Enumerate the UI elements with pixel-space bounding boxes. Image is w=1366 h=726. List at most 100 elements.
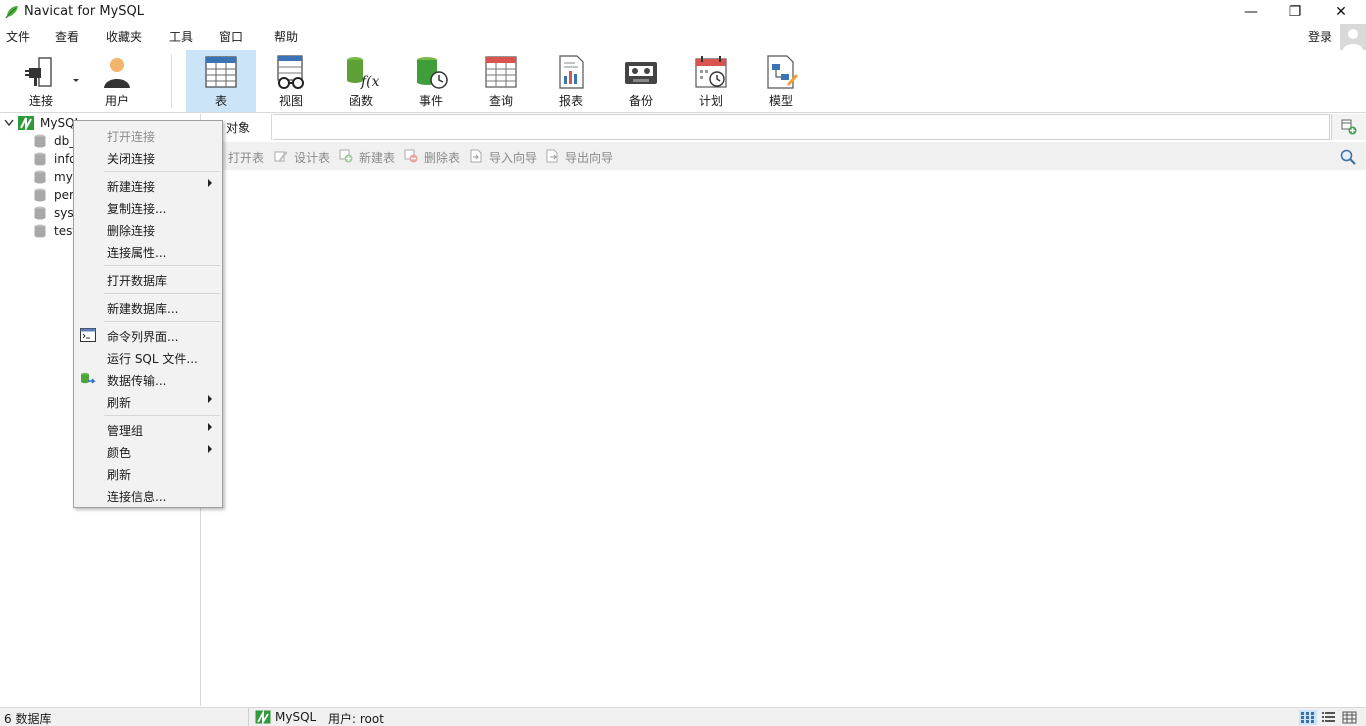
tool-model[interactable]: 模型 [746,50,816,112]
export-icon [546,149,558,163]
menu-open-connection[interactable]: 打开连接 [74,124,222,146]
tool-report[interactable]: 报表 [536,50,606,112]
menu-run-sql-file[interactable]: 运行 SQL 文件... [74,346,222,368]
new-plus-icon [339,149,353,163]
menu-data-transfer[interactable]: 数据传输... [74,368,222,390]
navicat-logo-icon [5,6,18,19]
detail-view-button[interactable] [1341,710,1359,725]
chevron-down-icon[interactable] [4,119,14,127]
menu-bar: 文件 查看 收藏夹 工具 窗口 帮助 [0,25,1366,47]
tool-label: 事件 [418,94,443,108]
menu-close-connection[interactable]: 关闭连接 [74,146,222,168]
tree-database-label: sys [54,206,74,220]
tool-event[interactable]: 事件 [396,50,466,112]
grid-view-icon [1301,712,1314,723]
tool-connection[interactable]: 连接 [6,50,76,112]
svg-text:f(x): f(x) [360,74,379,90]
tool-label: 查询 [488,94,513,108]
status-divider [248,708,249,726]
status-connection: MySQL [275,710,317,724]
menu-delete-connection[interactable]: 删除连接 [74,218,222,240]
main-toolbar: 连接 用户 表 视图 f(x 函数 事件 查询 报表 备份 计划 模型 [0,48,1366,113]
menu-manage-groups[interactable]: 管理组 [74,418,222,440]
import-wizard-label: 导入向导 [489,151,538,165]
window-title: Navicat for MySQL [24,4,144,19]
menu-separator [104,171,220,172]
database-icon [34,152,46,166]
menu-refresh-submenu[interactable]: 刷新 [74,390,222,412]
menu-item-label: 刷新 [107,396,132,410]
mysql-connection-icon [18,116,34,131]
list-view-icon [1322,712,1335,722]
import-icon [470,149,482,163]
console-icon [80,328,96,342]
menu-item-label: 命令列界面... [107,330,179,344]
user-icon [104,58,130,88]
menu-file[interactable]: 文件 [6,28,30,45]
menu-window[interactable]: 窗口 [219,28,243,45]
menu-connection-info[interactable]: 连接信息... [74,484,222,506]
menu-help[interactable]: 帮助 [274,28,298,45]
database-icon [34,134,46,148]
tool-label: 视图 [278,94,303,108]
menu-favorites[interactable]: 收藏夹 [106,28,142,45]
user-avatar-icon [1343,29,1363,50]
tool-label: 备份 [628,94,653,108]
menu-console[interactable]: 命令列界面... [74,324,222,346]
toolbar-divider [171,54,172,108]
tool-label: 函数 [348,94,373,108]
status-user: 用户: root [328,712,384,726]
menu-new-connection[interactable]: 新建连接 [74,174,222,196]
menu-tools[interactable]: 工具 [169,28,193,45]
tool-view[interactable]: 视图 [256,50,326,112]
menu-item-label: 数据传输... [107,374,167,388]
menu-item-label: 复制连接... [107,202,167,216]
database-icon [34,188,46,202]
menu-separator [104,321,220,322]
report-icon [559,55,584,89]
connection-context-menu: 打开连接 关闭连接 新建连接 复制连接... 删除连接 连接属性... 打开数据… [73,120,223,508]
list-view-button[interactable] [1320,710,1338,725]
tool-schedule[interactable]: 计划 [676,50,746,112]
export-wizard-label: 导出向导 [565,151,614,165]
menu-refresh[interactable]: 刷新 [74,462,222,484]
restore-button[interactable]: ❐ [1272,0,1318,24]
tool-backup[interactable]: 备份 [606,50,676,112]
mysql-connection-icon [255,710,271,724]
menu-connection-properties[interactable]: 连接属性... [74,240,222,262]
menu-separator [104,293,220,294]
model-icon [767,55,798,89]
tool-function[interactable]: f(x) 函数 [326,50,396,112]
menu-item-label: 连接信息... [107,490,167,504]
minimize-button[interactable]: — [1228,0,1274,24]
object-toolbar: 打开表 设计表 新建表 删除表 导入向导 导出向导 [202,142,1366,170]
menu-view[interactable]: 查看 [55,28,79,45]
close-button[interactable]: ✕ [1318,0,1364,24]
menu-item-label: 管理组 [107,424,144,438]
title-bar: Navicat for MySQL — ❐ ✕ [0,0,1366,24]
menu-item-label: 新建连接 [107,180,156,194]
tool-query[interactable]: 查询 [466,50,536,112]
tool-table[interactable]: 表 [186,50,256,112]
tool-label: 模型 [768,94,793,108]
login-link[interactable]: 登录 [1308,28,1332,45]
menu-item-label: 打开连接 [107,130,156,144]
menu-duplicate-connection[interactable]: 复制连接... [74,196,222,218]
menu-color[interactable]: 颜色 [74,440,222,462]
chevron-down-icon[interactable] [72,78,80,84]
backup-icon [625,62,657,84]
menu-item-label: 刷新 [107,468,132,482]
menu-item-label: 关闭连接 [107,152,156,166]
new-tab-button[interactable] [1331,114,1366,140]
table-icon [205,56,237,88]
search-icon[interactable] [1340,149,1356,165]
tab-objects-label: 对象 [226,121,251,135]
menu-open-database[interactable]: 打开数据库 [74,268,222,290]
grid-view-button[interactable] [1299,710,1317,725]
avatar[interactable] [1340,24,1366,50]
new-table-label: 新建表 [359,151,396,165]
submenu-arrow-icon [208,445,212,453]
tool-label: 连接 [28,94,53,108]
tool-user[interactable]: 用户 [82,50,152,112]
menu-new-database[interactable]: 新建数据库... [74,296,222,318]
